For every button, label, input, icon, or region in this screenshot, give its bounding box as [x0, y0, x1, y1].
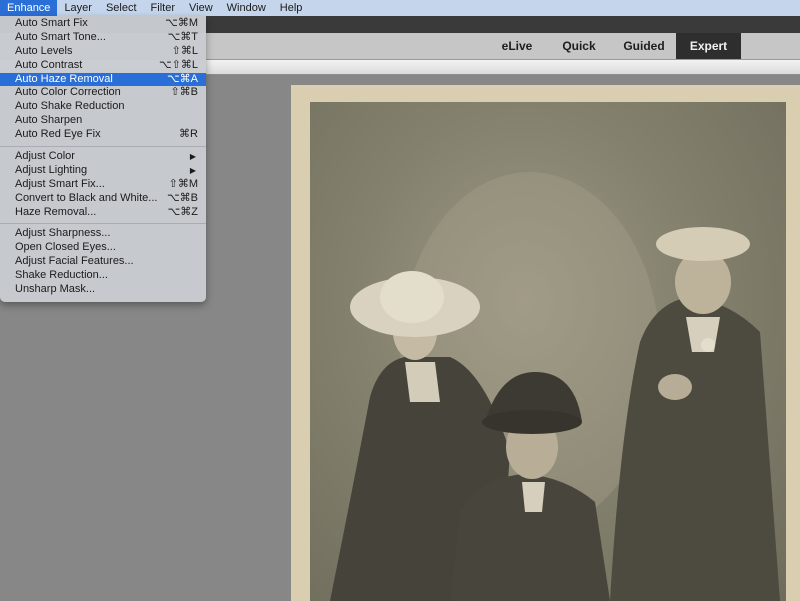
shortcut: ⌥⌘A: [166, 72, 198, 85]
menu-item-adjust-lighting[interactable]: Adjust Lighting ▶: [0, 164, 206, 178]
menu-item-auto-red-eye-fix[interactable]: Auto Red Eye Fix ⌘R: [0, 128, 206, 142]
shortcut: ⌥⌘M: [165, 17, 198, 29]
menu-separator: [0, 145, 206, 147]
menu-item-label: Auto Shake Reduction: [15, 100, 125, 113]
enhance-dropdown-menu: Auto Smart Fix ⌥⌘M Auto Smart Tone... ⌥⌘T …: [0, 16, 206, 302]
shortcut: ⌥⌘B: [166, 191, 198, 204]
menu-enhance[interactable]: Enhance: [0, 0, 58, 16]
menu-item-label: Open Closed Eyes...: [15, 241, 116, 254]
menu-item-label: Adjust Lighting: [15, 163, 88, 176]
submenu-arrow-icon: ▶: [189, 152, 196, 162]
menu-item-label: Auto Levels: [15, 44, 73, 57]
menu-item-haze-removal[interactable]: Haze Removal... ⌥⌘Z: [0, 206, 206, 220]
menu-item-unsharp-mask[interactable]: Unsharp Mask...: [0, 283, 206, 297]
shortcut: ⌘R: [179, 128, 198, 141]
tab-quick[interactable]: Quick: [556, 33, 602, 59]
menu-help[interactable]: Help: [273, 0, 310, 16]
menu-item-label: Auto Smart Fix: [15, 17, 88, 29]
menu-item-label: Auto Contrast: [15, 58, 83, 71]
menu-item-label: Adjust Smart Fix...: [15, 177, 105, 190]
menu-item-auto-haze-removal[interactable]: Auto Haze Removal ⌥⌘A: [0, 72, 206, 87]
menu-item-adjust-facial-features[interactable]: Adjust Facial Features...: [0, 255, 206, 269]
menu-item-shake-reduction[interactable]: Shake Reduction...: [0, 269, 206, 283]
shortcut: ⌥⇧⌘L: [158, 58, 198, 71]
menu-item-auto-smart-tone[interactable]: Auto Smart Tone... ⌥⌘T: [0, 31, 206, 45]
menu-item-label: Auto Smart Tone...: [15, 30, 106, 43]
menu-window[interactable]: Window: [220, 0, 273, 16]
shortcut: ⌥⌘Z: [167, 205, 198, 218]
menu-item-label: Auto Haze Removal: [15, 72, 113, 85]
tab-guided[interactable]: Guided: [615, 33, 673, 59]
submenu-arrow-icon: ▶: [189, 165, 196, 175]
menu-item-adjust-sharpness[interactable]: Adjust Sharpness...: [0, 227, 206, 241]
tab-elive[interactable]: eLive: [492, 33, 542, 59]
menu-item-auto-color-correction[interactable]: Auto Color Correction ⇧⌘B: [0, 86, 206, 100]
menu-view[interactable]: View: [182, 0, 220, 16]
menu-item-label: Convert to Black and White...: [15, 191, 158, 204]
menu-item-auto-smart-fix[interactable]: Auto Smart Fix ⌥⌘M: [0, 17, 206, 31]
menu-item-label: Auto Color Correction: [15, 86, 121, 99]
menu-item-label: Shake Reduction...: [15, 269, 108, 282]
menu-item-label: Adjust Color: [15, 150, 75, 163]
photo-document[interactable]: [291, 85, 800, 601]
menu-item-auto-shake-reduction[interactable]: Auto Shake Reduction: [0, 100, 206, 114]
menu-select[interactable]: Select: [99, 0, 144, 16]
menu-item-label: Unsharp Mask...: [15, 283, 96, 296]
menu-item-convert-black-white[interactable]: Convert to Black and White... ⌥⌘B: [0, 192, 206, 206]
menu-item-open-closed-eyes[interactable]: Open Closed Eyes...: [0, 241, 206, 255]
shortcut: ⇧⌘B: [170, 86, 198, 99]
menu-item-label: Auto Red Eye Fix: [15, 128, 101, 141]
menu-item-label: Auto Sharpen: [15, 114, 83, 127]
menu-item-auto-contrast[interactable]: Auto Contrast ⌥⇧⌘L: [0, 59, 206, 73]
menu-item-adjust-color[interactable]: Adjust Color ▶: [0, 150, 206, 164]
menu-item-adjust-smart-fix[interactable]: Adjust Smart Fix... ⇧⌘M: [0, 178, 206, 192]
menu-separator: [0, 222, 206, 224]
menu-bar: Enhance Layer Select Filter View Window …: [0, 0, 800, 16]
shortcut: ⇧⌘L: [171, 44, 198, 57]
menu-layer[interactable]: Layer: [57, 0, 99, 16]
menu-item-label: Haze Removal...: [15, 205, 97, 218]
shortcut: ⇧⌘M: [168, 177, 198, 190]
portrait-illustration: [330, 172, 780, 601]
tab-expert[interactable]: Expert: [676, 33, 741, 59]
photo-image: [310, 102, 786, 601]
menu-item-auto-levels[interactable]: Auto Levels ⇧⌘L: [0, 45, 206, 59]
menu-item-label: Adjust Facial Features...: [15, 255, 134, 268]
menu-item-auto-sharpen[interactable]: Auto Sharpen: [0, 114, 206, 128]
menu-filter[interactable]: Filter: [144, 0, 182, 16]
shortcut: ⌥⌘T: [167, 30, 198, 43]
menu-item-label: Adjust Sharpness...: [15, 227, 111, 240]
